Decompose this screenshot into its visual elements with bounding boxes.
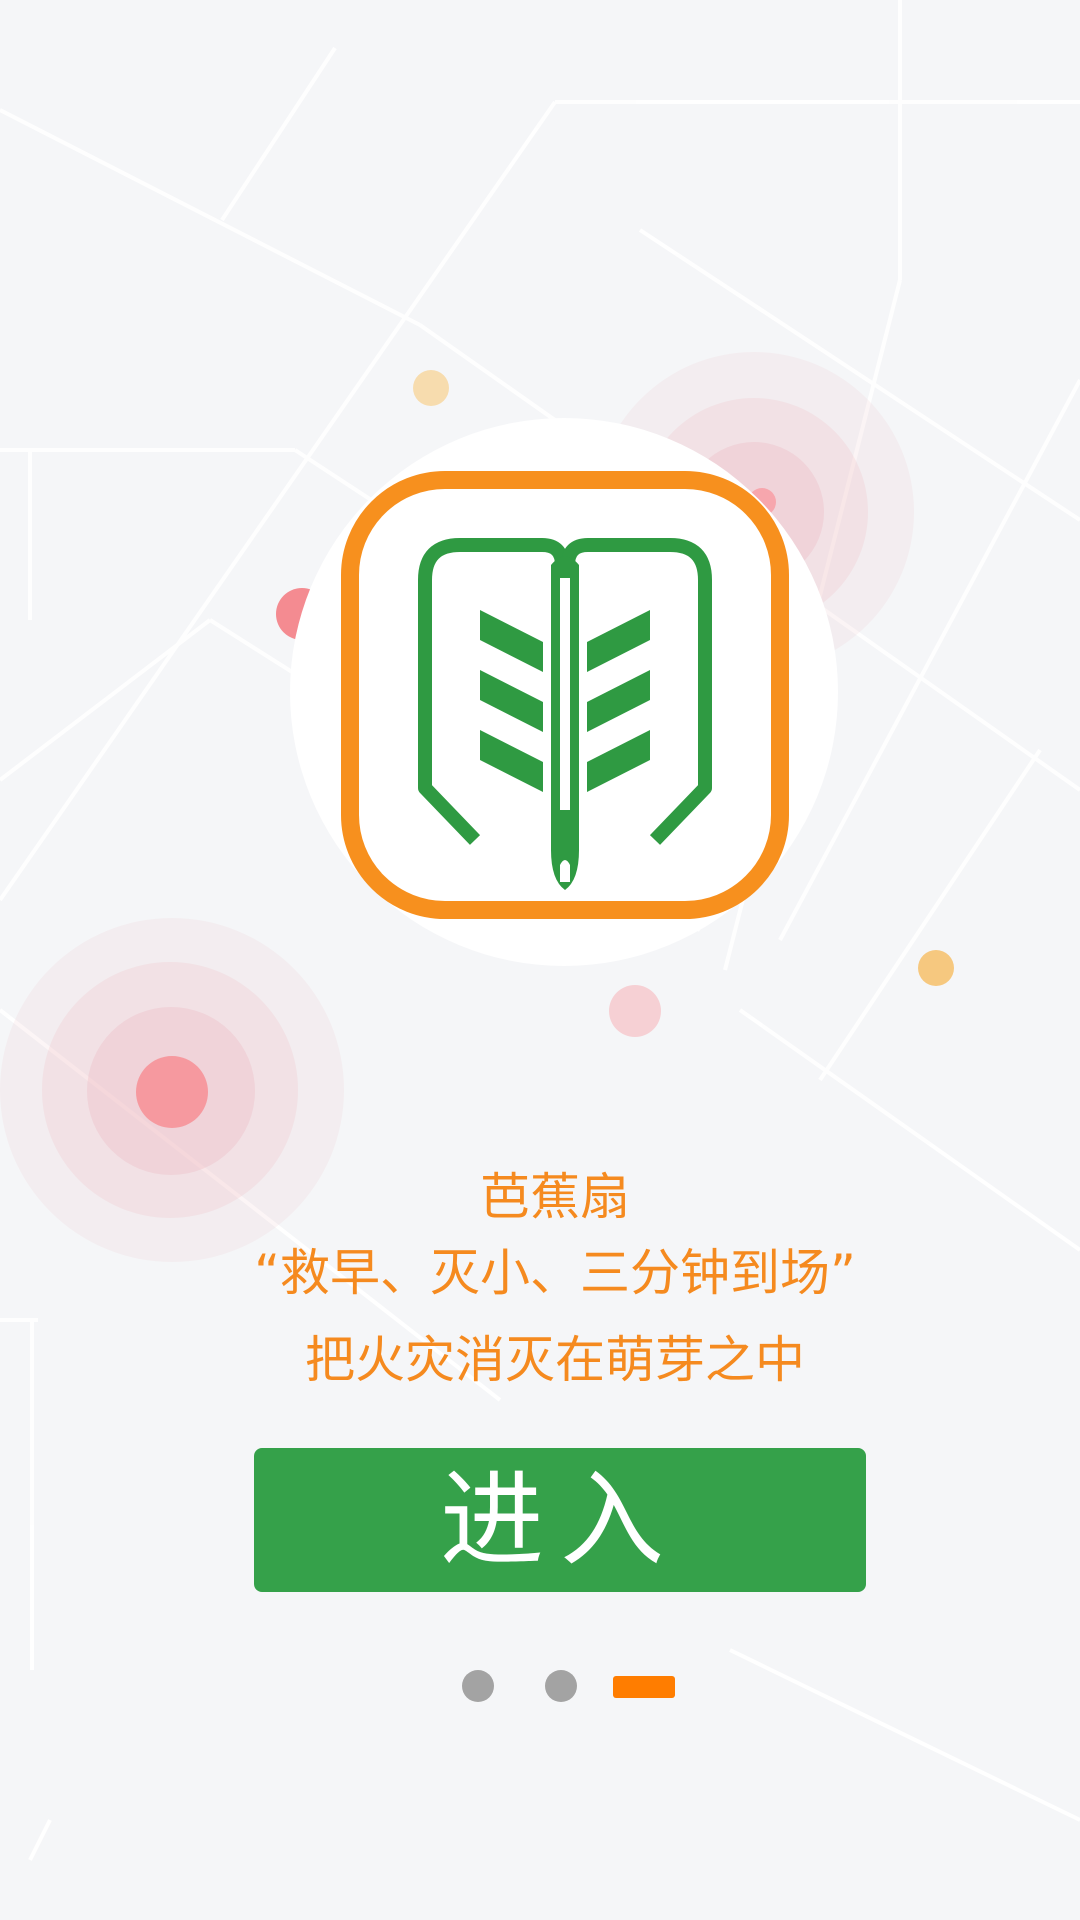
slogan-tagline-text: 把火灾消灭在萌芽之中	[305, 1331, 805, 1389]
decor-dot-red-big	[136, 1056, 208, 1128]
slogan-motto-text: “救早、灭小、三分钟到场”	[254, 1244, 856, 1302]
decor-dot-pink-center	[609, 985, 661, 1037]
app-name-text: 芭蕉扇	[480, 1168, 630, 1226]
page-indicator-2[interactable]	[545, 1670, 577, 1702]
guide-screen: 芭蕉扇 “救早、灭小、三分钟到场” 把火灾消灭在萌芽之中 进入	[0, 0, 1080, 1920]
leaf-logo-icon	[341, 471, 789, 919]
enter-button[interactable]: 进入	[254, 1448, 866, 1592]
decor-dot-orange-right	[918, 950, 954, 986]
page-indicator-1[interactable]	[462, 1670, 494, 1702]
decor-dot-orange-top	[413, 370, 449, 406]
page-indicator-3-active[interactable]	[613, 1676, 675, 1698]
